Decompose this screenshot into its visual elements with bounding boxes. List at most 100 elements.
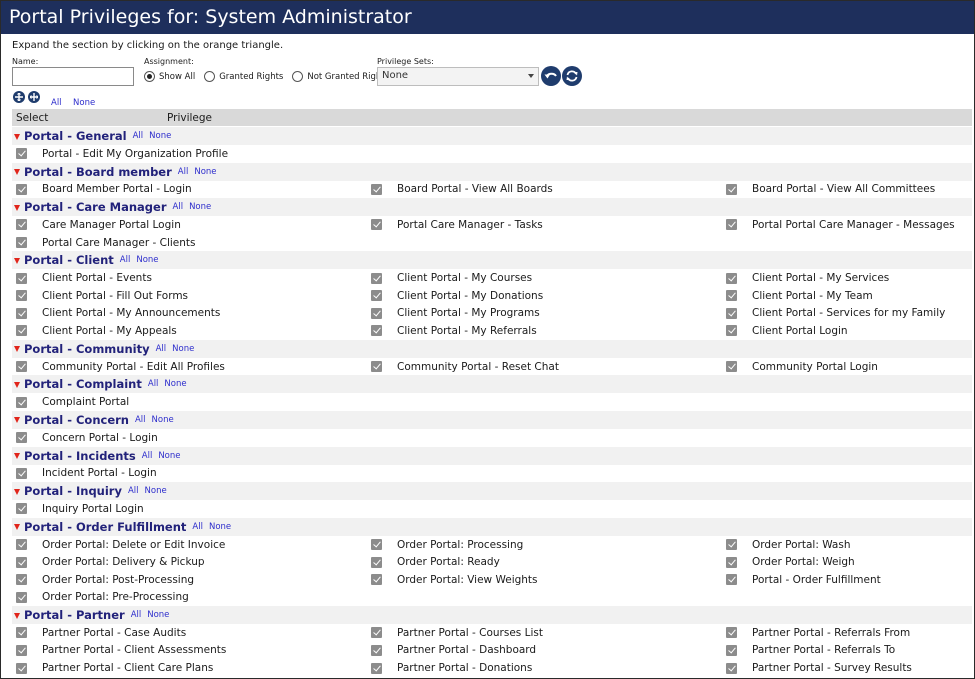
refresh-button[interactable] [562,66,582,86]
privilege-checkbox[interactable] [726,219,737,231]
section-select-all-link[interactable]: All [128,486,139,496]
section-select-none-link[interactable]: None [147,610,169,620]
privilege-item: Order Portal: Pre-Processing [16,591,189,603]
privilege-checkbox[interactable] [726,662,737,674]
expand-triangle-icon[interactable] [14,346,20,353]
privilege-checkbox[interactable] [371,662,382,674]
privilege-checkbox[interactable] [371,290,382,302]
privilege-checkbox[interactable] [726,627,737,639]
radio-circle[interactable] [204,71,216,82]
radio-not-granted-rights[interactable]: Not Granted Rights [292,71,389,82]
privilege-checkbox[interactable] [16,272,27,284]
expand-triangle-icon[interactable] [14,524,20,531]
privilege-checkbox[interactable] [726,272,737,284]
privilege-checkbox[interactable] [16,556,27,568]
privilege-checkbox[interactable] [726,325,737,337]
privilege-checkbox[interactable] [371,574,382,586]
privilege-checkbox[interactable] [726,290,737,302]
privilege-checkbox[interactable] [16,503,27,515]
privilege-checkbox[interactable] [726,361,737,373]
radio-granted-rights[interactable]: Granted Rights [204,71,283,82]
expand-triangle-icon[interactable] [14,453,20,460]
section-select-all-link[interactable]: All [156,344,167,354]
expand-triangle-icon[interactable] [14,257,20,264]
undo-button[interactable] [541,66,561,86]
privilege-checkbox[interactable] [371,627,382,639]
privilege-checkbox[interactable] [16,396,27,408]
privilege-label: Portal Care Manager - Tasks [397,218,543,231]
privilege-checkbox[interactable] [371,219,382,231]
privilege-checkbox[interactable] [371,183,382,195]
privilege-checkbox[interactable] [371,307,382,319]
expand-all-icon[interactable] [13,91,25,103]
section-select-none-link[interactable]: None [149,131,171,141]
expand-triangle-icon[interactable] [14,169,20,176]
section-select-all-link[interactable]: All [135,415,146,425]
section-select-none-link[interactable]: None [145,486,167,496]
privilege-checkbox[interactable] [16,662,27,674]
privilege-row: Order Portal: Delete or Edit Invoice Orde… [12,535,972,554]
section-select-none-link[interactable]: None [164,379,186,389]
section-select-all-link[interactable]: All [131,610,142,620]
section-select-none-link[interactable]: None [209,522,231,532]
expand-triangle-icon[interactable] [14,488,20,495]
privilege-checkbox[interactable] [726,307,737,319]
section-select-all-link[interactable]: All [173,202,184,212]
section-select-none-link[interactable]: None [194,167,216,177]
privilege-checkbox[interactable] [16,361,27,373]
privilege-checkbox[interactable] [371,272,382,284]
privilege-checkbox[interactable] [371,556,382,568]
privilege-checkbox[interactable] [726,539,737,551]
privilege-checkbox[interactable] [726,183,737,195]
privilege-checkbox[interactable] [16,237,27,249]
expand-triangle-icon[interactable] [14,417,20,424]
radio-circle[interactable] [292,71,304,82]
privilege-checkbox[interactable] [16,148,27,160]
expand-triangle-icon[interactable] [14,612,20,619]
section-select-none-link[interactable]: None [189,202,211,212]
privilege-checkbox[interactable] [371,644,382,656]
section-select-all-link[interactable]: All [148,379,159,389]
privilege-checkbox[interactable] [16,290,27,302]
select-all-link[interactable]: All [51,98,62,108]
privilege-checkbox[interactable] [16,591,27,603]
radio-label: Granted Rights [219,71,284,82]
privilege-checkbox[interactable] [16,325,27,337]
expand-triangle-icon[interactable] [14,204,20,211]
section-select-all-link[interactable]: All [178,167,189,177]
privilege-item: Community Portal Login [726,361,878,373]
select-none-link[interactable]: None [73,98,95,108]
privilege-checkbox[interactable] [16,183,27,195]
privilege-checkbox[interactable] [16,644,27,656]
section-select-all-link[interactable]: All [120,255,131,265]
privilege-checkbox[interactable] [16,432,27,444]
expand-triangle-icon[interactable] [14,133,20,140]
privilege-checkbox[interactable] [16,574,27,586]
privilege-checkbox[interactable] [371,361,382,373]
name-input[interactable] [12,67,134,86]
privilege-checkbox[interactable] [16,219,27,231]
section-select-none-link[interactable]: None [152,415,174,425]
privilege-label: Client Portal - Fill Out Forms [42,289,189,302]
privilege-sets-select[interactable]: None [377,67,539,86]
privilege-checkbox[interactable] [726,644,737,656]
privilege-checkbox[interactable] [16,467,27,479]
collapse-all-icon[interactable] [28,91,40,103]
privilege-checkbox[interactable] [726,574,737,586]
privilege-checkbox[interactable] [726,556,737,568]
expand-triangle-icon[interactable] [14,381,20,388]
privilege-checkbox[interactable] [371,325,382,337]
privilege-row: Order Portal: Post-Processing Order Porta… [12,570,972,589]
section-select-all-link[interactable]: All [192,522,203,532]
radio-circle[interactable] [144,71,155,82]
section-select-none-link[interactable]: None [136,255,158,265]
privilege-checkbox[interactable] [371,539,382,551]
radio-show-all[interactable]: Show All [144,71,195,82]
section-select-none-link[interactable]: None [158,451,180,461]
privilege-checkbox[interactable] [16,539,27,551]
section-select-all-link[interactable]: All [142,451,153,461]
section-select-all-link[interactable]: All [133,131,144,141]
privilege-checkbox[interactable] [16,627,27,639]
section-select-none-link[interactable]: None [172,344,194,354]
privilege-checkbox[interactable] [16,307,27,319]
